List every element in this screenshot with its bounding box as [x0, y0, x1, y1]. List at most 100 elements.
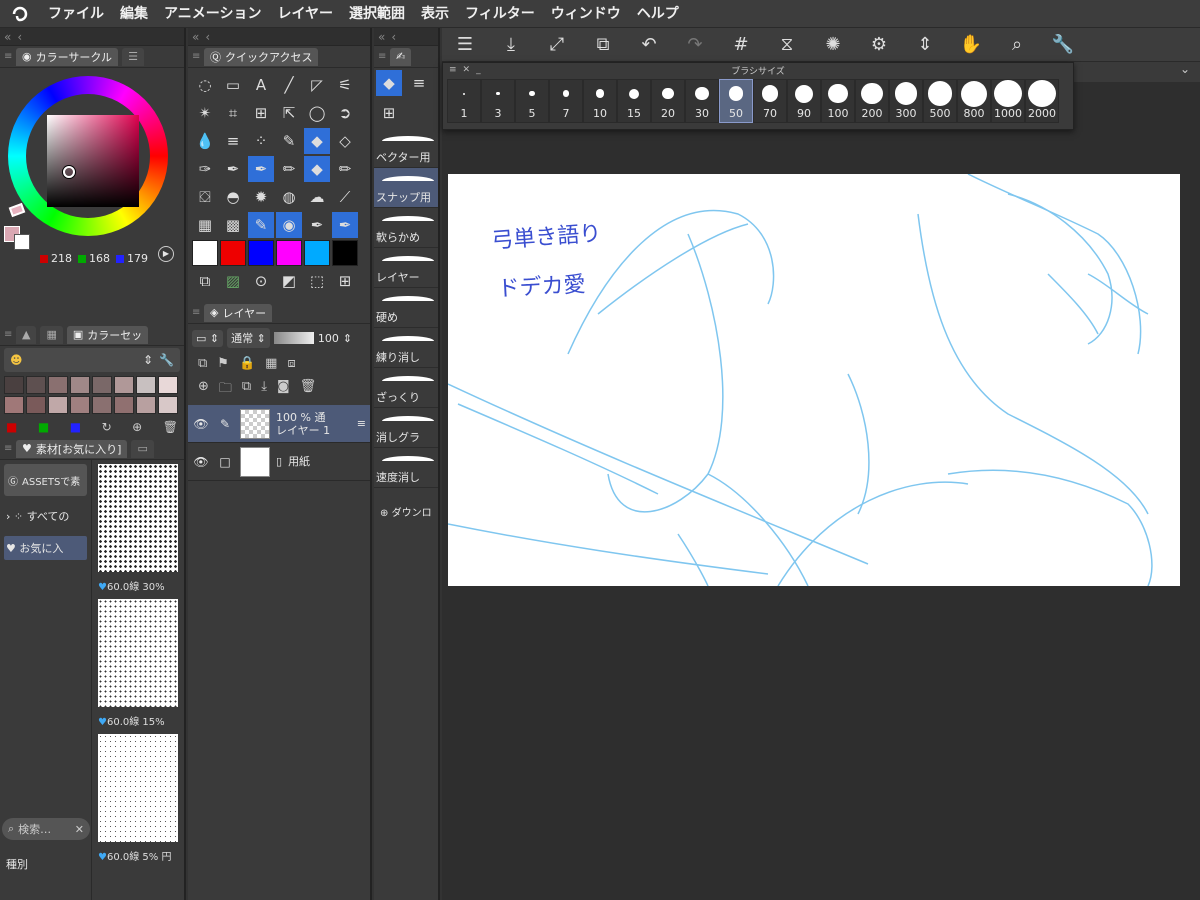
spray-icon[interactable]: ⁘: [248, 128, 274, 154]
brush-size-item[interactable]: 50: [719, 79, 753, 123]
pen-icon[interactable]: ✎: [276, 128, 302, 154]
new-folder-icon[interactable]: 🗀: [219, 379, 232, 401]
stepper-icon[interactable]: ⇕: [143, 353, 153, 367]
add-color-icon[interactable]: ⊕: [132, 420, 142, 434]
menu-animation[interactable]: アニメーション: [156, 0, 269, 28]
pen-blue-icon[interactable]: ✎: [248, 212, 274, 238]
menu-help[interactable]: ヘルプ: [629, 0, 687, 28]
layer-mask-icon[interactable]: ◙: [277, 379, 290, 401]
collapse-icon[interactable]: «: [192, 30, 199, 44]
brush-item[interactable]: スナップ用: [374, 168, 438, 208]
save-icon[interactable]: ⤓: [488, 34, 534, 55]
diagonal-icon[interactable]: ◩: [276, 268, 302, 294]
color-swatch[interactable]: [136, 396, 156, 414]
brush-size-item[interactable]: 30: [685, 79, 719, 123]
pencil-icon[interactable]: ✏: [332, 156, 358, 182]
magenta-color-icon[interactable]: [276, 240, 302, 266]
saturation-value-square[interactable]: [47, 115, 139, 207]
replace-color-icon[interactable]: ↻: [102, 420, 112, 434]
brush-size-item[interactable]: 10: [583, 79, 617, 123]
drawing-canvas[interactable]: 弓単き語り ドデカ愛: [448, 174, 1180, 586]
brush-size-item[interactable]: 100: [821, 79, 855, 123]
color-swatch[interactable]: [158, 376, 178, 394]
loading-icon[interactable]: ✺: [810, 34, 856, 55]
mask-icon[interactable]: ⧈: [287, 356, 295, 371]
color-swatch[interactable]: [4, 376, 24, 394]
black-color-icon[interactable]: [332, 240, 358, 266]
reference-icon[interactable]: ⚑: [217, 356, 229, 371]
brush-size-item[interactable]: 5: [515, 79, 549, 123]
marker-icon[interactable]: ✏: [276, 156, 302, 182]
clear-icon[interactable]: ✕: [75, 823, 84, 836]
green-swatch-icon[interactable]: ■: [38, 420, 49, 434]
red-color-icon[interactable]: [220, 240, 246, 266]
color-swatch[interactable]: [92, 376, 112, 394]
brush-item[interactable]: 軟らかめ: [374, 208, 438, 248]
blend-mode-dropdown[interactable]: 通常 ⇕: [227, 328, 270, 348]
panel-grip-icon[interactable]: ≡: [4, 443, 12, 454]
new-layer-icon[interactable]: ⊕: [198, 379, 209, 401]
brush-size-item[interactable]: 1000: [991, 79, 1025, 123]
lasso-select-icon[interactable]: ◯: [304, 100, 330, 126]
brush-item[interactable]: ベクター用: [374, 128, 438, 168]
collapse-icon[interactable]: «: [378, 30, 385, 44]
brush-size-item[interactable]: 1: [447, 79, 481, 123]
sv-cursor[interactable]: [63, 166, 75, 178]
brush-size-item[interactable]: 3: [481, 79, 515, 123]
flip-icon[interactable]: ⧖: [764, 34, 810, 55]
brush-size-item[interactable]: 200: [855, 79, 889, 123]
pen-active-icon[interactable]: ✒: [248, 156, 274, 182]
color-swatch[interactable]: [158, 396, 178, 414]
blend-icon[interactable]: ◍: [276, 184, 302, 210]
color-swatch[interactable]: [136, 376, 156, 394]
soft-eraser-icon[interactable]: ◆: [304, 156, 330, 182]
hamburger-icon[interactable]: ☰: [442, 34, 488, 55]
trash-icon[interactable]: 🗑: [163, 420, 178, 434]
text-icon[interactable]: A: [248, 72, 274, 98]
blue-swatch-icon[interactable]: ■: [70, 420, 81, 434]
menu-edit[interactable]: 編集: [112, 0, 156, 28]
tone-thumbnail[interactable]: [98, 734, 178, 842]
airbrush-icon[interactable]: ≡: [406, 70, 432, 96]
download-button[interactable]: ⊕ ダウンロ: [374, 488, 438, 535]
white-color-icon[interactable]: [192, 240, 218, 266]
brush-item[interactable]: ざっくり: [374, 368, 438, 408]
circle-blue-icon[interactable]: ◉: [276, 212, 302, 238]
redo-icon[interactable]: ↷: [672, 34, 718, 55]
color-swatch[interactable]: [48, 396, 68, 414]
red-swatch-icon[interactable]: ■: [6, 420, 17, 434]
select-icon[interactable]: ⇱: [276, 100, 302, 126]
frame-icon[interactable]: ▭: [220, 72, 246, 98]
layer-row-paper[interactable]: 👁 □ ▯ 用紙: [188, 443, 370, 481]
tone-thumbnail[interactable]: [98, 599, 178, 707]
layers-add-icon[interactable]: ⧉: [192, 268, 218, 294]
brush-size-item[interactable]: 70: [753, 79, 787, 123]
nib-icon[interactable]: ✒: [304, 212, 330, 238]
merge-icon[interactable]: ⤓: [261, 379, 267, 401]
hue-cursor[interactable]: [8, 202, 26, 218]
ruler-icon[interactable]: ◸: [304, 72, 330, 98]
add-item-icon[interactable]: ⊞: [332, 268, 358, 294]
chevron-left-icon[interactable]: ‹: [17, 30, 22, 44]
color-swatch[interactable]: [26, 376, 46, 394]
brush-size-item[interactable]: 7: [549, 79, 583, 123]
panel-grip-icon[interactable]: ≡: [378, 51, 386, 62]
tab-color-circle[interactable]: ◉ カラーサークル: [16, 47, 119, 66]
brush-item[interactable]: 硬め: [374, 288, 438, 328]
brush-size-item[interactable]: 15: [617, 79, 651, 123]
chevron-left-icon[interactable]: ‹: [205, 30, 210, 44]
water-drop-icon[interactable]: 💧: [192, 128, 218, 154]
tab-approximate-color[interactable]: ▦: [40, 325, 63, 344]
menu-icon[interactable]: ≡: [357, 417, 366, 430]
wrench-icon[interactable]: 🔧: [1040, 34, 1086, 55]
layer-type-dropdown[interactable]: ▭ ⇕: [192, 329, 224, 347]
line-icon[interactable]: ╱: [276, 72, 302, 98]
eyedropper-icon[interactable]: ⟋: [332, 184, 358, 210]
brush-item[interactable]: 消しグラ: [374, 408, 438, 448]
gradient-icon[interactable]: ▦: [192, 212, 218, 238]
opacity-slider[interactable]: [273, 332, 314, 344]
brush-size-item[interactable]: 90: [787, 79, 821, 123]
mesh-icon[interactable]: ⊞: [248, 100, 274, 126]
panel-grip-icon[interactable]: ≡: [4, 51, 12, 62]
color-mode-button[interactable]: ▶: [158, 246, 174, 262]
